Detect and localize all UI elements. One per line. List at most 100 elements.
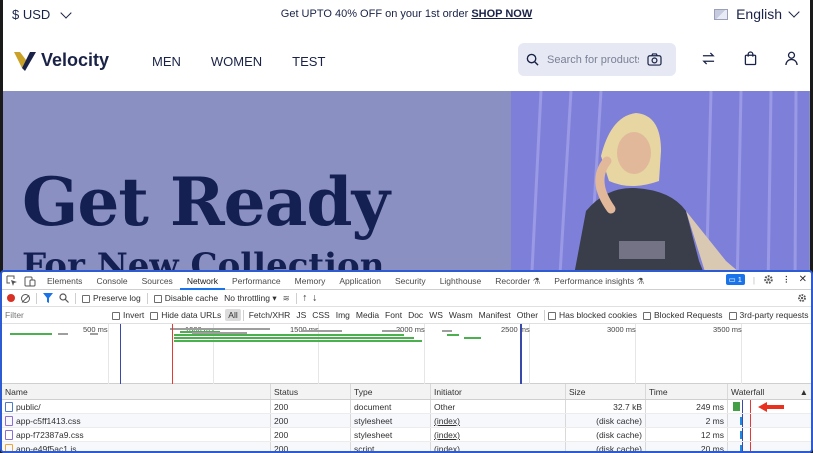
request-type: stylesheet [351,414,431,427]
network-toolbar: Preserve log Disable cache No throttling… [2,290,811,307]
column-header-time[interactable]: Time [646,384,728,399]
request-status: 200 [271,442,351,451]
gear-icon[interactable] [763,274,774,285]
tab-security[interactable]: Security [388,272,433,290]
filter-type-font[interactable]: Font [382,309,405,321]
request-initiator-link[interactable]: (index) [431,442,566,451]
tab-memory[interactable]: Memory [288,272,333,290]
has-blocked-cookies-checkbox[interactable]: Has blocked cookies [548,310,637,320]
preserve-log-checkbox[interactable]: Preserve log [82,293,141,303]
filter-type-manifest[interactable]: Manifest [476,309,514,321]
record-icon[interactable] [7,294,15,302]
export-har-icon[interactable]: ⭣ [313,293,317,304]
throttling-select[interactable]: No throttling ▾ [224,293,277,304]
request-type: document [351,400,431,413]
checkbox[interactable] [82,294,90,303]
filter-type-css[interactable]: CSS [309,309,332,321]
tab-elements[interactable]: Elements [40,272,89,290]
promo-banner: Get UPTO 40% OFF on your 1st order SHOP … [3,8,810,20]
tab-sources[interactable]: Sources [135,272,180,290]
column-header-name[interactable]: Name [2,384,271,399]
camera-icon[interactable] [647,53,662,66]
column-header-waterfall-label: Waterfall [731,387,765,397]
close-icon[interactable]: ✕ [799,274,807,285]
column-header-type[interactable]: Type [351,384,431,399]
tab-performance[interactable]: Performance [225,272,288,290]
network-overview-timeline[interactable]: 500 ms 1000 ms 1500 ms 2000 ms 2500 ms 3… [2,324,811,384]
waterfall-cell [728,428,811,441]
filter-type-img[interactable]: Img [333,309,353,321]
request-initiator-link[interactable]: (index) [431,428,566,441]
column-header-status[interactable]: Status [271,384,351,399]
filter-type-all[interactable]: All [225,309,241,321]
tab-lighthouse[interactable]: Lighthouse [433,272,489,290]
nav-link-men[interactable]: MEN [152,54,181,69]
checkbox[interactable] [728,311,737,320]
table-row[interactable]: app-c5ff1413.css 200 stylesheet (index) … [2,414,811,428]
filter-type-js[interactable]: JS [293,309,309,321]
checkbox[interactable] [643,311,652,320]
checkbox[interactable] [150,311,159,320]
third-party-requests-checkbox[interactable]: 3rd-party requests [728,310,809,320]
column-header-waterfall[interactable]: Waterfall ▲ [728,384,811,399]
import-har-icon[interactable]: ⭡ [303,293,307,304]
checkbox[interactable] [112,311,120,320]
search-icon[interactable] [59,293,69,303]
flask-icon: ⚗ [532,275,541,286]
shop-now-link[interactable]: SHOP NOW [471,8,532,20]
issues-badge[interactable]: ▭ 1 [725,274,745,285]
tab-console[interactable]: Console [89,272,134,290]
tick-gridline [108,324,109,384]
issues-count: 1 [737,275,742,284]
invert-checkbox[interactable]: Invert [112,310,144,320]
request-type: script [351,442,431,451]
nav-link-test[interactable]: TEST [292,54,325,69]
blocked-requests-label: Blocked Requests [654,310,723,320]
request-name: app-f72387a9.css [16,429,84,440]
compare-icon[interactable] [701,52,716,65]
overview-request-bar [442,330,452,332]
checkbox[interactable] [153,294,162,303]
filter-type-fetch-xhr[interactable]: Fetch/XHR [246,309,294,321]
clear-icon[interactable] [21,293,30,303]
tab-recorder[interactable]: Recorder ⚗ [488,272,547,290]
filter-type-doc[interactable]: Doc [405,309,426,321]
table-row[interactable]: public/ 200 document Other 32.7 kB 249 m… [2,400,811,414]
disable-cache-checkbox[interactable]: Disable cache [153,293,218,303]
column-header-size[interactable]: Size [566,384,646,399]
network-conditions-icon[interactable]: ≋ [283,293,290,304]
overview-request-bar [174,340,422,342]
tab-recorder-label: Recorder [495,275,531,286]
hide-data-urls-checkbox[interactable]: Hide data URLs [150,310,221,320]
filter-icon[interactable] [43,293,53,303]
request-size: (disk cache) [566,428,646,441]
language-selector[interactable]: English [714,6,800,22]
brand-logo[interactable]: Velocity [13,49,109,71]
network-settings-gear-icon[interactable] [797,293,807,303]
divider [544,309,546,321]
filter-type-other[interactable]: Other [514,309,541,321]
blocked-requests-checkbox[interactable]: Blocked Requests [643,310,723,320]
more-options-icon[interactable]: ⋮ [782,274,791,285]
column-header-initiator[interactable]: Initiator [431,384,566,399]
request-status: 200 [271,428,351,441]
nav-link-women[interactable]: WOMEN [211,54,262,69]
request-time: 249 ms [646,400,728,413]
tab-network[interactable]: Network [179,272,225,290]
search-input[interactable] [547,53,639,66]
table-row[interactable]: app-f72387a9.css 200 stylesheet (index) … [2,428,811,442]
inspect-element-icon[interactable] [6,275,18,287]
filter-type-wasm[interactable]: Wasm [446,309,476,321]
filter-type-ws[interactable]: WS [426,309,446,321]
request-initiator-link[interactable]: (index) [431,414,566,427]
shopping-bag-icon[interactable] [744,51,757,66]
filter-type-media[interactable]: Media [353,309,382,321]
table-row[interactable]: app-e49f5ac1.js 200 script (index) (disk… [2,442,811,451]
filter-input[interactable] [2,307,112,323]
tab-performance-insights[interactable]: Performance insights ⚗ [547,272,651,290]
tab-application[interactable]: Application [332,272,388,290]
user-icon[interactable] [785,51,798,66]
checkbox[interactable] [548,311,557,320]
device-toolbar-icon[interactable] [24,275,36,287]
request-name: public/ [16,401,41,412]
